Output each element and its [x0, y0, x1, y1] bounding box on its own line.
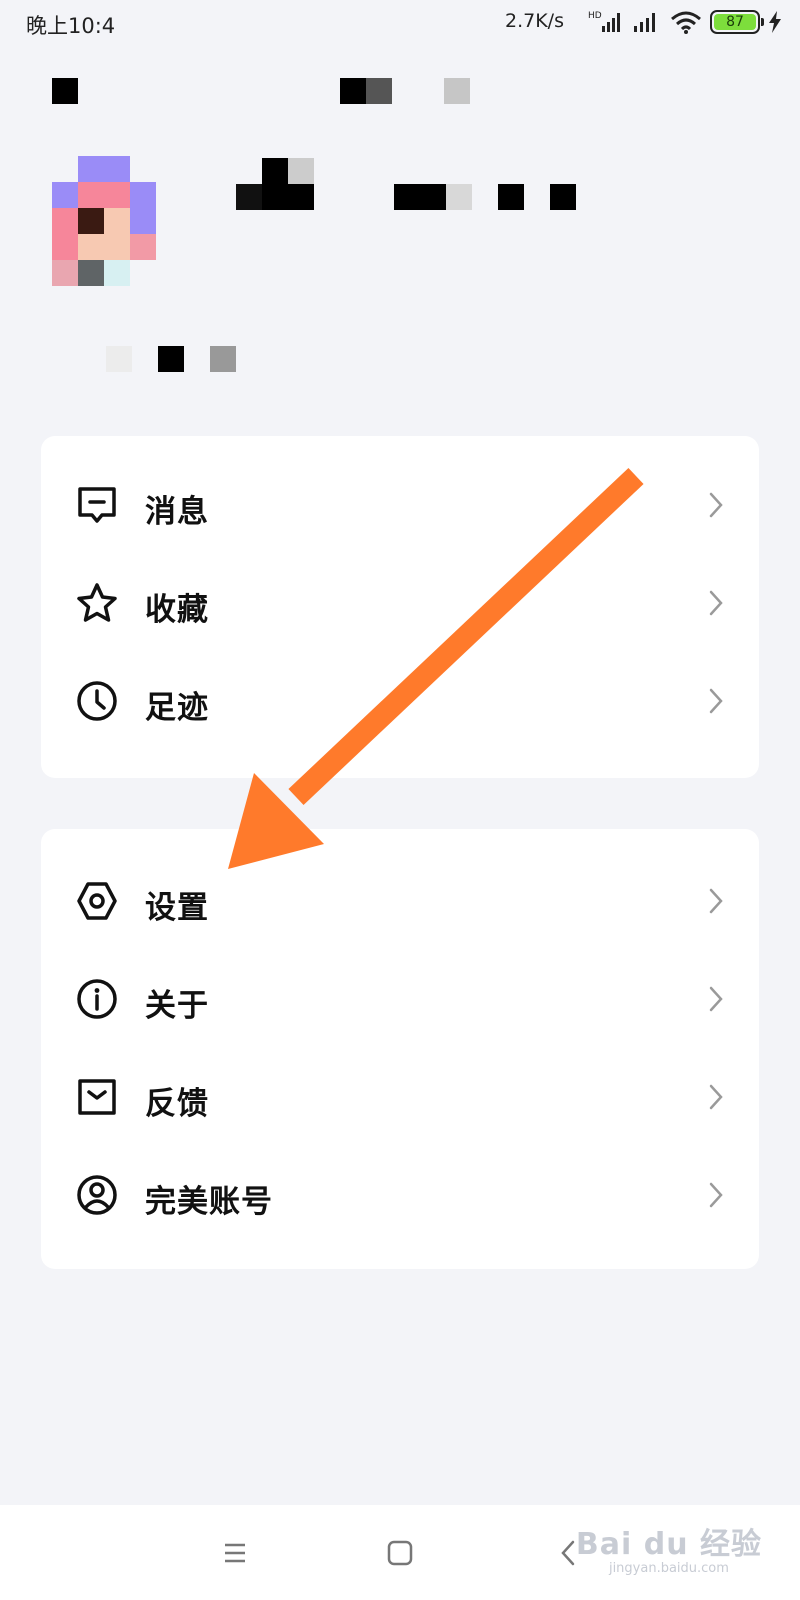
system-nav-bar: Bai du 经验 jingyan.baidu.com — [0, 1505, 800, 1600]
chevron-right-icon — [709, 888, 723, 914]
battery-level: 87 — [714, 14, 756, 30]
clock-icon — [77, 681, 117, 721]
redacted-header — [52, 78, 472, 106]
menu-card-secondary: 设置 关于 反馈 完美账号 — [41, 829, 759, 1269]
menu-card-primary: 消息 收藏 足迹 — [41, 436, 759, 778]
menu-label: 完美账号 — [145, 1184, 273, 1220]
cell-signal-icon: HD — [588, 11, 620, 32]
menu-icon[interactable] — [215, 1533, 255, 1573]
menu-label: 收藏 — [145, 592, 209, 628]
chevron-right-icon — [709, 492, 723, 518]
message-icon — [78, 487, 116, 523]
network-speed: 2.7K/s — [505, 10, 564, 32]
menu-item-feedback[interactable]: 反馈 — [41, 1048, 759, 1146]
menu-item-messages[interactable]: 消息 — [41, 456, 759, 554]
charging-icon — [769, 11, 781, 33]
watermark: Bai du 经验 jingyan.baidu.com — [576, 1519, 762, 1576]
menu-item-settings[interactable]: 设置 — [41, 852, 759, 950]
mail-icon — [78, 1079, 116, 1115]
account-icon — [77, 1175, 117, 1215]
chevron-right-icon — [709, 688, 723, 714]
chevron-right-icon — [709, 1084, 723, 1110]
chevron-right-icon — [709, 590, 723, 616]
menu-item-about[interactable]: 关于 — [41, 950, 759, 1048]
watermark-logo: Bai du 经验 — [575, 1527, 762, 1562]
menu-label: 关于 — [145, 988, 209, 1024]
status-time: 晚上10:4 — [26, 14, 116, 38]
star-icon — [77, 583, 117, 622]
menu-item-account[interactable]: 完美账号 — [41, 1146, 759, 1244]
redacted-user-info — [106, 346, 266, 374]
cell-signal-2-icon — [634, 13, 655, 32]
hd-label: HD — [588, 11, 602, 21]
status-bar: 晚上10:4 2.7K/s HD 87 — [0, 0, 800, 48]
menu-item-history[interactable]: 足迹 — [41, 652, 759, 750]
settings-icon — [77, 882, 117, 920]
redacted-username — [236, 158, 586, 212]
menu-label: 足迹 — [145, 690, 209, 726]
avatar[interactable] — [52, 156, 158, 288]
wifi-icon — [671, 11, 701, 34]
status-icons: HD 87 — [588, 10, 782, 34]
watermark-url: jingyan.baidu.com — [608, 1561, 729, 1576]
menu-label: 消息 — [145, 494, 209, 530]
menu-label: 反馈 — [145, 1086, 209, 1122]
menu-item-favorites[interactable]: 收藏 — [41, 554, 759, 652]
menu-label: 设置 — [145, 890, 209, 926]
home-icon[interactable] — [380, 1533, 420, 1573]
battery-icon: 87 — [710, 10, 764, 34]
chevron-right-icon — [709, 1182, 723, 1208]
chevron-right-icon — [709, 986, 723, 1012]
info-icon — [77, 979, 117, 1019]
